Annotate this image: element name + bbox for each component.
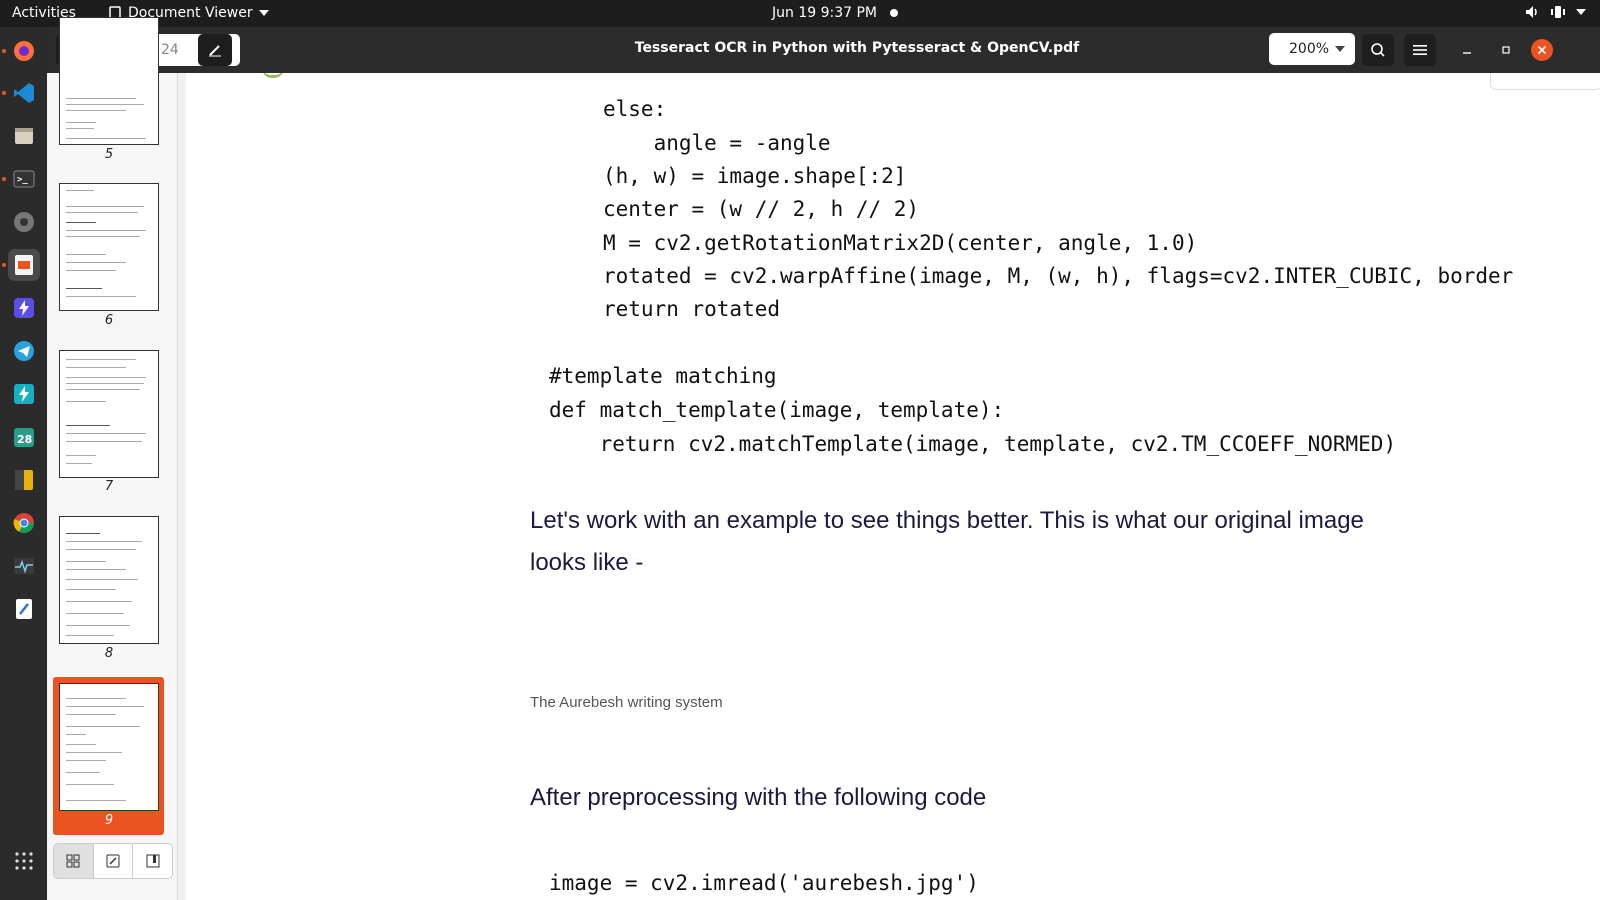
close-button[interactable] <box>1531 39 1553 61</box>
page-edge-decoration <box>1490 73 1600 90</box>
close-icon <box>1537 45 1547 55</box>
svg-text:28: 28 <box>17 433 32 446</box>
running-indicator <box>2 177 6 181</box>
svg-text:>_: >_ <box>17 175 28 185</box>
code-line: (h, w) = image.shape[:2] <box>603 164 907 188</box>
calendar-icon[interactable]: 28 <box>8 421 40 453</box>
code-line: image = cv2.imread('aurebesh.jpg') <box>549 871 979 895</box>
vscode-icon[interactable] <box>8 77 40 109</box>
sidebar-view-tabs <box>53 843 173 879</box>
document-title: Tesseract OCR in Python with Pytesseract… <box>634 40 1080 56</box>
sidebar-scrollbar[interactable] <box>178 73 186 900</box>
header-bar: of 24 Tesseract OCR in Python with Pytes… <box>47 27 1600 73</box>
document-viewer-dock-icon[interactable] <box>8 249 40 281</box>
calculator-icon[interactable] <box>8 464 40 496</box>
page-thumbnail-label: 5 <box>104 147 114 162</box>
running-indicator <box>2 49 6 53</box>
tab-bookmarks[interactable] <box>133 844 172 878</box>
page-thumbnail-selected[interactable] <box>59 683 159 811</box>
code-line: center = (w // 2, h // 2) <box>603 197 920 221</box>
main-menu-button[interactable] <box>1404 34 1436 66</box>
paragraph-text: Let's work with an example to see things… <box>530 507 1364 534</box>
page-thumbnail-label: 9 <box>104 813 114 828</box>
chevron-down-icon <box>258 10 269 16</box>
image-caption: The Aurebesh writing system <box>530 694 723 711</box>
maximize-icon <box>1502 46 1510 54</box>
system-tray[interactable] <box>1524 4 1586 20</box>
search-icon <box>1371 43 1385 57</box>
zoom-level: 200% <box>1289 41 1330 57</box>
minimize-button[interactable] <box>1451 34 1483 66</box>
code-line: def match_template(image, template): <box>549 398 1005 422</box>
terminal-icon[interactable]: >_ <box>8 163 40 195</box>
power-menu-chevron-icon[interactable] <box>1576 9 1586 15</box>
page-thumbnail-label: 7 <box>104 479 114 494</box>
notification-dot-icon <box>890 9 898 17</box>
telegram-icon[interactable] <box>8 335 40 367</box>
page-image-fragment <box>262 73 284 78</box>
code-line: else: <box>603 97 667 121</box>
paragraph-text: looks like - <box>530 549 644 576</box>
tab-thumbnails[interactable] <box>54 844 94 878</box>
hamburger-menu-icon <box>1413 45 1427 55</box>
settings-icon[interactable] <box>8 206 40 238</box>
code-line: angle = -angle <box>603 131 831 155</box>
search-button[interactable] <box>1362 34 1394 66</box>
maximize-button[interactable] <box>1490 34 1522 66</box>
document-view[interactable]: else: angle = -angle (h, w) = image.shap… <box>187 73 1600 900</box>
running-indicator <box>2 263 6 267</box>
files-icon[interactable] <box>8 120 40 152</box>
chrome-icon[interactable] <box>8 507 40 539</box>
zoom-selector[interactable]: 200% <box>1269 33 1355 65</box>
lightning-app-icon[interactable] <box>8 378 40 410</box>
thunder-app-icon[interactable] <box>8 292 40 324</box>
code-line: #template matching <box>549 364 777 388</box>
system-monitor-icon[interactable] <box>8 550 40 582</box>
code-line: return rotated <box>603 297 781 321</box>
code-line: return cv2.matchTemplate(image, template… <box>549 432 1397 456</box>
chevron-down-icon <box>1335 46 1345 52</box>
tab-annotations[interactable] <box>94 844 134 878</box>
page-thumbnail[interactable] <box>59 516 159 644</box>
text-editor-icon[interactable] <box>8 593 40 625</box>
volume-icon[interactable] <box>1524 4 1540 20</box>
edit-note-icon <box>106 854 120 868</box>
page-thumbnail-label: 6 <box>104 313 114 328</box>
dock: >_ 28 <box>0 27 47 900</box>
code-line: M = cv2.getRotationMatrix2D(center, angl… <box>603 231 1198 255</box>
annotate-button[interactable] <box>198 34 232 66</box>
show-applications-icon[interactable] <box>8 845 40 877</box>
thumbnail-sidebar: 5 6 7 8 9 <box>47 17 178 900</box>
grid-icon <box>66 854 80 868</box>
page-thumbnail[interactable] <box>59 350 159 478</box>
network-icon[interactable] <box>1550 4 1566 20</box>
paragraph-text: After preprocessing with the following c… <box>530 784 987 811</box>
pencil-icon <box>209 45 221 57</box>
page-thumbnail[interactable] <box>59 17 159 145</box>
code-line: rotated = cv2.warpAffine(image, M, (w, h… <box>603 264 1514 288</box>
page-thumbnail-label: 8 <box>104 646 114 661</box>
running-indicator <box>2 91 6 95</box>
book-icon <box>146 854 160 868</box>
system-top-bar: Activities Document Viewer Jun 19 9:37 P… <box>0 0 1600 27</box>
firefox-icon[interactable] <box>8 35 40 67</box>
minimize-icon <box>1463 52 1471 54</box>
page-thumbnail[interactable] <box>59 183 159 311</box>
clock[interactable]: Jun 19 9:37 PM <box>772 5 877 21</box>
